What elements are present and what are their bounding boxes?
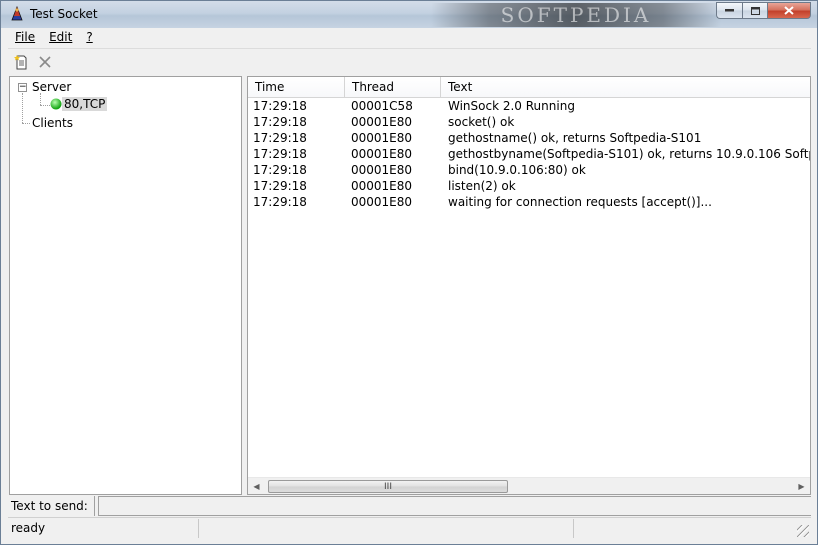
table-row[interactable]: 17:29:18 00001C58 WinSock 2.0 Running (248, 98, 810, 114)
table-row[interactable]: 17:29:18 00001E80 socket() ok (248, 114, 810, 130)
delete-x-icon (39, 55, 51, 68)
minimize-icon (725, 9, 734, 12)
new-button[interactable] (10, 51, 32, 73)
tree-node-server[interactable]: Server (32, 80, 71, 94)
tree-line (22, 123, 30, 124)
main-window: Test Socket SOFTPEDIA File Edit ? − Serv… (0, 0, 818, 545)
delete-button[interactable] (34, 51, 56, 73)
cell-text: gethostbyname(Softpedia-S101) ok, return… (448, 147, 810, 161)
cell-thread: 00001E80 (351, 195, 413, 209)
column-header-thread[interactable]: Thread (345, 77, 441, 97)
new-document-icon (14, 54, 27, 69)
send-text-input[interactable] (98, 496, 811, 516)
resize-grip-icon[interactable] (797, 525, 809, 537)
cell-thread: 00001E80 (351, 179, 413, 193)
menu-edit[interactable]: Edit (42, 28, 79, 48)
scroll-left-arrow-icon[interactable]: ◀ (248, 478, 265, 494)
tree-node-server-label: Server (32, 80, 72, 94)
table-row[interactable]: 17:29:18 00001E80 gethostname() ok, return… (248, 130, 810, 146)
cell-thread: 00001E80 (351, 115, 413, 129)
menu-bar: File Edit ? (8, 28, 811, 49)
maximize-icon (750, 6, 760, 15)
cell-time: 17:29:18 (253, 131, 307, 145)
tree-node-80-tcp[interactable]: 80,TCP (50, 97, 108, 111)
caption-buttons (716, 2, 811, 19)
cell-time: 17:29:18 (253, 163, 307, 177)
cell-text: bind(10.9.0.106:80) ok (448, 163, 586, 177)
close-icon (784, 6, 794, 15)
scroll-right-arrow-icon[interactable]: ▶ (793, 478, 810, 494)
server-collapse-toggle[interactable]: − (18, 83, 27, 92)
cell-time: 17:29:18 (253, 115, 307, 129)
table-row[interactable]: 17:29:18 00001E80 listen(2) ok (248, 178, 810, 194)
tree-line (40, 93, 41, 105)
tree-line (40, 105, 50, 106)
scroll-thumb-grip: III (384, 481, 392, 492)
cell-text: waiting for connection requests [accept(… (448, 195, 712, 209)
cell-text: WinSock 2.0 Running (448, 99, 575, 113)
cell-text: listen(2) ok (448, 179, 516, 193)
maximize-button[interactable] (742, 2, 767, 19)
scroll-thumb[interactable]: III (268, 480, 508, 493)
cell-time: 17:29:18 (253, 179, 307, 193)
menu-file[interactable]: File (8, 28, 42, 48)
send-bar: Text to send: (8, 496, 811, 516)
column-header-time[interactable]: Time (248, 77, 345, 97)
status-pane-2 (199, 519, 574, 538)
tree-node-clients-label: Clients (32, 116, 73, 130)
cell-time: 17:29:18 (253, 99, 307, 113)
softpedia-watermark: SOFTPEDIA (431, 3, 721, 27)
cell-thread: 00001E80 (351, 147, 413, 161)
cell-thread: 00001E80 (351, 163, 413, 177)
cell-thread: 00001E80 (351, 131, 413, 145)
log-rows: 17:29:18 00001C58 WinSock 2.0 Running 17:29… (248, 98, 810, 210)
toolbar (8, 49, 811, 74)
minimize-button[interactable] (716, 2, 742, 19)
window-title: Test Socket (30, 7, 98, 21)
status-dot-icon (50, 98, 62, 110)
send-separator (94, 496, 95, 516)
status-pane-main: ready (8, 519, 199, 538)
app-icon (9, 5, 25, 22)
cell-time: 17:29:18 (253, 195, 307, 209)
title-bar[interactable]: Test Socket SOFTPEDIA (1, 1, 817, 28)
table-row[interactable]: 17:29:18 00001E80 gethostbyname(Softpedia-… (248, 146, 810, 162)
log-list-header: Time Thread Text (248, 77, 810, 98)
cell-text: socket() ok (448, 115, 515, 129)
table-row[interactable]: 17:29:18 00001E80 bind(10.9.0.106:80) ok (248, 162, 810, 178)
connection-tree[interactable]: − Server 80,TCP Clients (9, 76, 242, 495)
cell-thread: 00001C58 (351, 99, 413, 113)
close-button[interactable] (767, 2, 811, 19)
menu-help[interactable]: ? (79, 28, 99, 48)
status-bar: ready (8, 517, 811, 539)
table-row[interactable]: 17:29:18 00001E80 waiting for connection r… (248, 194, 810, 210)
log-list[interactable]: Time Thread Text 17:29:18 00001C58 WinSock… (247, 76, 811, 495)
column-header-text[interactable]: Text (441, 77, 810, 97)
cell-time: 17:29:18 (253, 147, 307, 161)
horizontal-scrollbar[interactable]: ◀ III ▶ (248, 477, 810, 494)
send-label: Text to send: (11, 499, 88, 513)
tree-node-clients[interactable]: Clients (32, 116, 73, 130)
cell-text: gethostname() ok, returns Softpedia-S101 (448, 131, 702, 145)
status-pane-3 (574, 519, 811, 538)
tree-line (22, 93, 23, 123)
tree-node-80-tcp-label: 80,TCP (62, 97, 108, 111)
